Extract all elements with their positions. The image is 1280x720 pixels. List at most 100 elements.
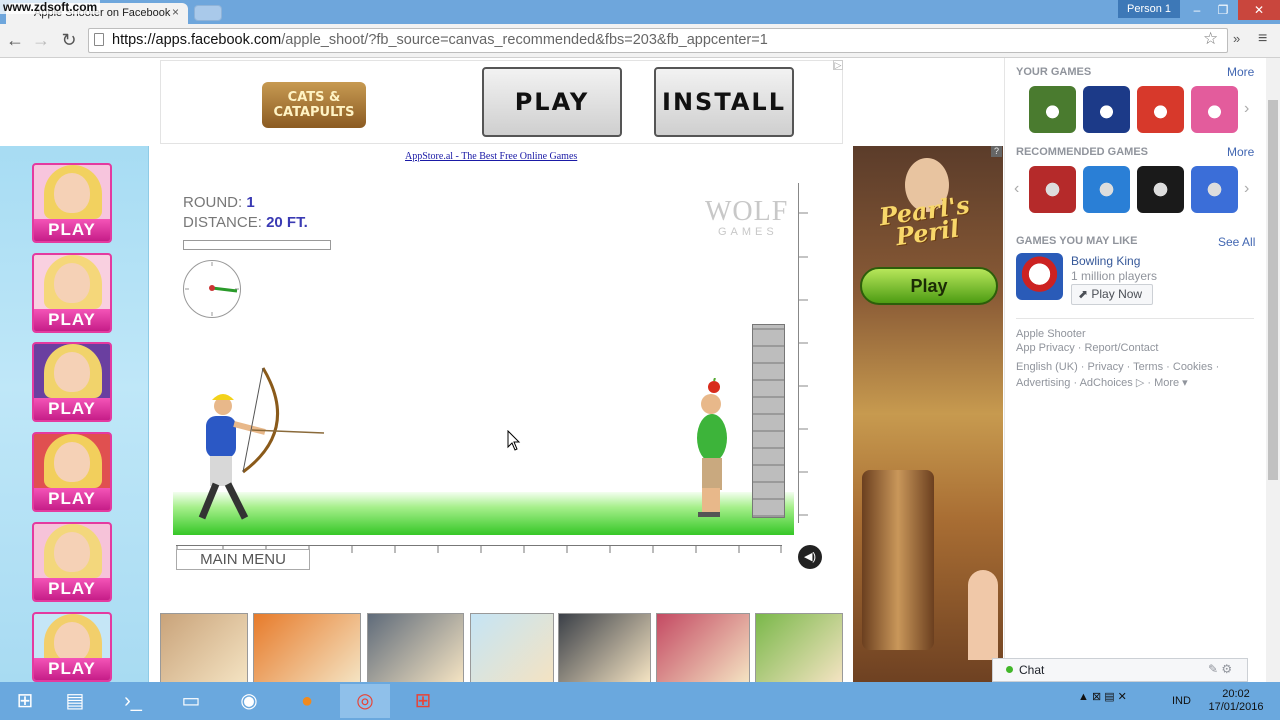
archer-figure (198, 367, 325, 520)
language-indicator[interactable]: IND (1172, 695, 1191, 707)
your-game-icon[interactable] (1191, 86, 1238, 133)
clock[interactable]: 20:02 17/01/2016 (1208, 688, 1264, 714)
sidebar-game-thumb[interactable]: PLAY (32, 432, 112, 512)
close-window-button[interactable]: ✕ (1238, 0, 1280, 20)
recommended-more-link[interactable]: More (1227, 145, 1254, 159)
new-tab-button[interactable] (194, 5, 222, 21)
chat-online-dot (1006, 666, 1013, 673)
your-games-heading: YOUR GAMES (1016, 66, 1092, 78)
target-man-figure (697, 378, 727, 517)
your-game-icon[interactable] (1083, 86, 1130, 133)
sidebar-play-label[interactable]: PLAY (34, 578, 110, 600)
bottom-game-thumb[interactable] (470, 613, 554, 683)
bottom-game-thumb[interactable] (253, 613, 361, 683)
stone-wall (752, 324, 785, 518)
wolf-games-subtitle: GAMES (718, 226, 778, 238)
recommended-game-icon[interactable] (1137, 166, 1184, 213)
bottom-game-thumb[interactable] (656, 613, 750, 683)
cats-catapults-logo[interactable]: CATS & CATAPULTS (262, 82, 366, 128)
play-now-icon: ⬈ (1078, 287, 1092, 301)
back-icon[interactable]: ← (4, 30, 26, 51)
round-value: 1 (246, 194, 255, 211)
your-game-icon[interactable] (1137, 86, 1184, 133)
recommended-prev-icon[interactable]: ‹ (1014, 180, 1019, 198)
bowling-king-icon[interactable] (1016, 253, 1063, 300)
reload-icon[interactable]: ↻ (58, 30, 80, 51)
apps-grid-icon[interactable]: ⊞ (398, 684, 448, 718)
page-icon (94, 33, 104, 46)
adchoices-icon[interactable]: ▷ (833, 60, 843, 70)
ad-finger-image (968, 570, 998, 660)
play-now-button[interactable]: ⬈ Play Now (1071, 284, 1153, 305)
system-tray-icons[interactable]: ▲ ⊠ ▤ ✕ (1078, 690, 1127, 703)
angle-dial (183, 260, 241, 318)
minimize-button[interactable]: – (1184, 0, 1210, 20)
maximize-button[interactable]: ❐ (1210, 0, 1236, 20)
tab-close-icon[interactable]: × (172, 5, 179, 19)
banner-play-button[interactable]: PLAY (482, 67, 622, 137)
divider (1016, 318, 1254, 319)
network-icon[interactable]: ◉ (224, 684, 274, 718)
footer-app-name[interactable]: Apple Shooter (1016, 328, 1086, 340)
bottom-game-thumb[interactable] (367, 613, 464, 683)
distance-display: DISTANCE: 20 FT. (183, 214, 308, 231)
recommended-game-icon[interactable] (1191, 166, 1238, 213)
footer-app-links[interactable]: App Privacy · Report/Contact (1016, 342, 1158, 354)
bottom-game-thumb[interactable] (558, 613, 651, 683)
window-title-bar (0, 0, 1280, 24)
appstore-link[interactable]: AppStore.al - The Best Free Online Games (405, 151, 577, 162)
bottom-game-thumb[interactable] (755, 613, 843, 683)
powershell-icon[interactable]: ›_ (108, 684, 158, 718)
ad-drum-object (862, 470, 934, 650)
recommended-next-icon[interactable]: › (1244, 180, 1249, 198)
chrome-icon[interactable]: ◎ (340, 684, 390, 718)
sidebar-game-thumb[interactable]: PLAY (32, 522, 112, 602)
your-games-next-icon[interactable]: › (1244, 100, 1249, 118)
recommended-game-icon[interactable] (1083, 166, 1130, 213)
watermark-text: www.zdsoft.com (0, 0, 101, 14)
sidebar-game-thumb[interactable]: PLAY (32, 612, 112, 682)
sidebar-play-label[interactable]: PLAY (34, 488, 110, 510)
your-game-icon[interactable] (1029, 86, 1076, 133)
footer-links-2[interactable]: Advertising · AdChoices ▷ · More ▾ (1016, 376, 1188, 389)
sidebar-play-label[interactable]: PLAY (34, 398, 110, 420)
forward-icon[interactable]: → (30, 30, 52, 51)
footer-links[interactable]: English (UK) · Privacy · Terms · Cookies… (1016, 361, 1219, 373)
chat-compose-icon[interactable]: ✎ ⚙ (1208, 662, 1232, 676)
sidebar-game-thumb[interactable]: PLAY (32, 163, 112, 243)
scrollbar-thumb[interactable] (1268, 100, 1278, 480)
extensions-overflow-icon[interactable]: » (1233, 31, 1240, 46)
bottom-game-thumb[interactable] (160, 613, 248, 683)
vertical-ruler (798, 183, 808, 523)
sound-toggle-icon[interactable]: ◀) (798, 545, 822, 569)
taskbar-app-icon[interactable]: ▤ (50, 684, 100, 718)
firefox-icon[interactable]: ● (282, 684, 332, 718)
bowling-king-link[interactable]: Bowling King (1071, 254, 1140, 268)
recommended-games-heading: RECOMMENDED GAMES (1016, 146, 1149, 158)
sidebar-game-thumb[interactable]: PLAY (32, 342, 112, 422)
games-you-may-like-heading: GAMES YOU MAY LIKE (1016, 235, 1138, 247)
ad-play-button[interactable]: Play (860, 267, 998, 305)
mouse-cursor-icon (507, 430, 521, 451)
recommended-game-icon[interactable] (1029, 166, 1076, 213)
sidebar-game-thumb[interactable]: PLAY (32, 253, 112, 333)
start-button-icon[interactable]: ⊞ (0, 684, 50, 718)
bowling-king-players: 1 million players (1071, 269, 1158, 283)
distance-value: 20 FT. (266, 214, 308, 231)
browser-menu-icon[interactable]: ≡ (1258, 30, 1267, 48)
wolf-games-logo: WOLF (705, 196, 789, 227)
banner-install-button[interactable]: INSTALL (654, 67, 794, 137)
see-all-link[interactable]: See All (1218, 235, 1255, 249)
url-text[interactable]: https://apps.facebook.com/apple_shoot/?f… (112, 32, 768, 48)
main-menu-button[interactable]: MAIN MENU (176, 549, 310, 570)
sidebar-play-label[interactable]: PLAY (34, 219, 110, 241)
round-display: ROUND: 1 (183, 194, 255, 211)
ad-info-icon[interactable]: ? (991, 146, 1002, 157)
power-bar (183, 240, 331, 250)
sidebar-play-label[interactable]: PLAY (34, 309, 110, 331)
file-explorer-icon[interactable]: ▭ (166, 684, 216, 718)
profile-button[interactable]: Person 1 (1118, 0, 1180, 18)
bookmark-star-icon[interactable]: ☆ (1203, 29, 1218, 49)
your-games-more-link[interactable]: More (1227, 65, 1254, 79)
sidebar-play-label[interactable]: PLAY (34, 658, 110, 680)
